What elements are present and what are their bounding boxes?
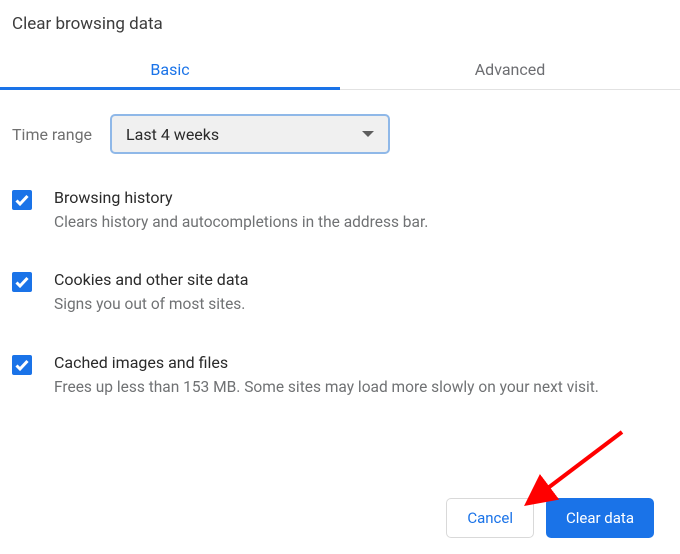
option-title: Cookies and other site data xyxy=(54,270,668,289)
cancel-button[interactable]: Cancel xyxy=(446,498,534,538)
time-range-value: Last 4 weeks xyxy=(126,125,219,144)
option-cookies: Cookies and other site data Signs you ou… xyxy=(12,270,668,316)
options-list: Browsing history Clears history and auto… xyxy=(12,164,668,399)
tab-advanced[interactable]: Advanced xyxy=(340,52,680,89)
option-title: Cached images and files xyxy=(54,353,668,372)
check-icon xyxy=(14,357,30,373)
dialog-actions: Cancel Clear data xyxy=(446,498,654,538)
clear-data-button[interactable]: Clear data xyxy=(546,498,654,538)
time-range-select[interactable]: Last 4 weeks xyxy=(110,114,390,154)
option-cached: Cached images and files Frees up less th… xyxy=(12,353,668,399)
clear-browsing-data-dialog: Clear browsing data Basic Advanced Time … xyxy=(0,0,680,399)
option-desc: Clears history and autocompletions in th… xyxy=(54,211,668,234)
option-browsing-history: Browsing history Clears history and auto… xyxy=(12,188,668,234)
dialog-title: Clear browsing data xyxy=(12,10,668,52)
option-text: Cookies and other site data Signs you ou… xyxy=(54,270,668,316)
check-icon xyxy=(14,192,30,208)
option-text: Browsing history Clears history and auto… xyxy=(54,188,668,234)
time-range-row: Time range Last 4 weeks xyxy=(12,90,668,164)
annotation-arrow-icon xyxy=(522,428,632,508)
tab-bar: Basic Advanced xyxy=(0,52,680,90)
option-title: Browsing history xyxy=(54,188,668,207)
option-text: Cached images and files Frees up less th… xyxy=(54,353,668,399)
tab-basic[interactable]: Basic xyxy=(0,52,340,89)
time-range-label: Time range xyxy=(12,125,92,144)
check-icon xyxy=(14,274,30,290)
option-desc: Signs you out of most sites. xyxy=(54,293,668,316)
chevron-down-icon xyxy=(362,131,374,137)
option-desc: Frees up less than 153 MB. Some sites ma… xyxy=(54,376,668,399)
checkbox-cookies[interactable] xyxy=(12,272,32,292)
checkbox-browsing-history[interactable] xyxy=(12,190,32,210)
checkbox-cached[interactable] xyxy=(12,355,32,375)
